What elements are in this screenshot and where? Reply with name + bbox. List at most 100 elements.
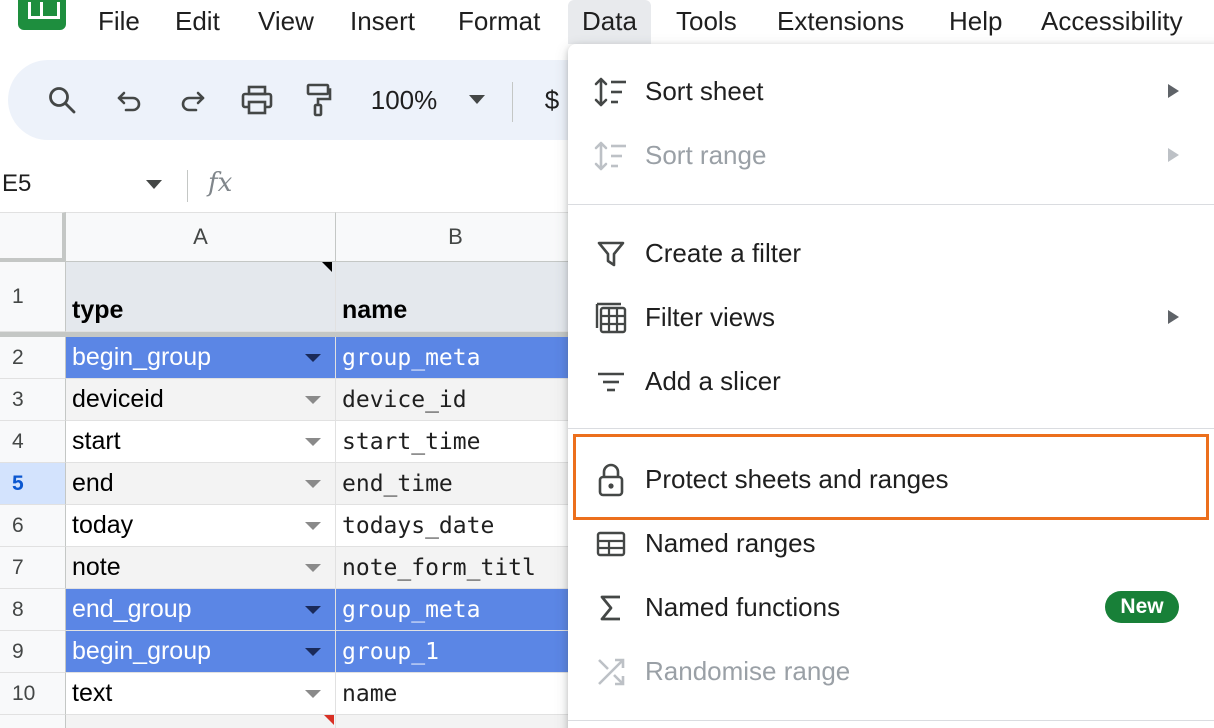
print-icon[interactable] [238,60,276,140]
currency-format-button[interactable]: $ [538,60,566,140]
sheets-logo-icon[interactable] [18,0,66,30]
filter-icon [594,237,628,271]
name-box[interactable]: E5 [0,158,170,212]
menu-item-add-slicer[interactable]: Add a slicer [568,349,1214,413]
menu-view[interactable]: View [244,0,328,44]
cell-text: start [72,427,121,455]
row-header[interactable]: 1 [0,262,66,332]
row-header[interactable] [0,715,66,728]
dropdown-chip-icon[interactable] [305,689,321,698]
menu-item-sort-range[interactable]: Sort range [568,123,1214,187]
menu-item-named-ranges[interactable]: Named ranges [568,511,1214,575]
submenu-arrow-icon [1168,310,1179,324]
cell-b4[interactable]: start_time [336,421,576,463]
undo-icon[interactable] [112,60,148,140]
name-box-value: E5 [2,170,32,197]
cell-b1[interactable]: name [336,262,576,332]
cell-b6[interactable]: todays_date [336,505,576,547]
formula-bar-divider [187,170,188,202]
dropdown-chip-icon[interactable] [305,395,321,404]
cell-text: end_time [342,470,453,497]
sigma-icon [594,591,628,625]
cell-a3[interactable]: deviceid [66,379,336,421]
paint-format-icon[interactable] [302,60,336,140]
cell-b10[interactable]: name [336,673,576,715]
menu-item-randomise-range[interactable]: Randomise range [568,639,1214,703]
dropdown-chip-icon[interactable] [305,605,321,614]
cell-a11[interactable] [66,715,336,728]
cell-text: device_id [342,386,467,413]
cell-a7[interactable]: note [66,547,336,589]
cell-a4[interactable]: start [66,421,336,463]
name-box-dropdown-icon[interactable] [146,180,162,189]
cell-b8[interactable]: group_meta [336,589,576,631]
highlight-box [573,434,1209,520]
menu-data[interactable]: Data [568,0,651,44]
menu-divider [568,720,1214,721]
search-icon[interactable] [42,60,82,140]
menu-divider [568,204,1214,205]
column-header-a[interactable]: A [66,212,336,262]
cell-text: name [342,680,398,707]
menu-item-named-functions[interactable]: Named functions New [568,575,1214,639]
redo-icon[interactable] [174,60,210,140]
row-header[interactable]: 6 [0,505,66,547]
cell-text: text [72,679,113,707]
menu-extensions[interactable]: Extensions [763,0,918,44]
dropdown-chip-icon[interactable] [305,563,321,572]
dropdown-chip-icon[interactable] [305,437,321,446]
cell-b5[interactable]: end_time [336,463,576,505]
row-header[interactable]: 2 [0,337,66,379]
cell-text: today [72,511,134,539]
menu-item-sort-sheet[interactable]: Sort sheet [568,59,1214,123]
cell-text: note [72,553,121,581]
dropdown-chip-icon[interactable] [305,647,321,656]
sort-icon [594,75,628,109]
cell-text: name [342,296,408,324]
dropdown-chip-icon[interactable] [305,521,321,530]
filter-views-icon [594,301,628,335]
row-header-selected[interactable]: 5 [0,463,66,505]
cell-b9[interactable]: group_1 [336,631,576,673]
cell-b2[interactable]: group_meta [336,337,576,379]
row-header[interactable]: 8 [0,589,66,631]
cell-text: note_form_titl [342,554,536,581]
shuffle-icon [594,655,628,689]
cell-b7[interactable]: note_form_titl [336,547,576,589]
cell-a2[interactable]: begin_group [66,337,336,379]
cell-text: begin_group [72,343,212,371]
menu-insert[interactable]: Insert [336,0,429,44]
cell-a6[interactable]: today [66,505,336,547]
cell-a9[interactable]: begin_group [66,631,336,673]
cell-b11[interactable] [336,715,576,728]
menu-accessibility[interactable]: Accessibility [1027,0,1197,44]
menu-edit[interactable]: Edit [161,0,234,44]
slicer-icon [594,365,628,399]
cell-a1[interactable]: type [66,262,336,332]
menu-tools[interactable]: Tools [662,0,751,44]
zoom-dropdown-icon[interactable] [464,60,490,140]
select-all-corner[interactable] [0,212,66,262]
cell-b3[interactable]: device_id [336,379,576,421]
cell-a10[interactable]: text [66,673,336,715]
row-header[interactable]: 10 [0,673,66,715]
menu-format[interactable]: Format [444,0,554,44]
column-header-b[interactable]: B [336,212,576,262]
cell-a5[interactable]: end [66,463,336,505]
dropdown-chip-icon[interactable] [305,353,321,362]
menu-help[interactable]: Help [935,0,1016,44]
cell-text: end_group [72,595,192,623]
cell-a8[interactable]: end_group [66,589,336,631]
row-header[interactable]: 3 [0,379,66,421]
zoom-level[interactable]: 100% [364,60,444,140]
toolbar-divider [512,82,513,122]
row-header[interactable]: 4 [0,421,66,463]
menu-item-create-filter[interactable]: Create a filter [568,221,1214,285]
dropdown-chip-icon[interactable] [305,479,321,488]
menu-file[interactable]: File [84,0,154,44]
row-header[interactable]: 7 [0,547,66,589]
row-header[interactable]: 9 [0,631,66,673]
menu-item-label: Named ranges [645,527,816,558]
menu-item-filter-views[interactable]: Filter views [568,285,1214,349]
cell-text: type [72,296,124,324]
